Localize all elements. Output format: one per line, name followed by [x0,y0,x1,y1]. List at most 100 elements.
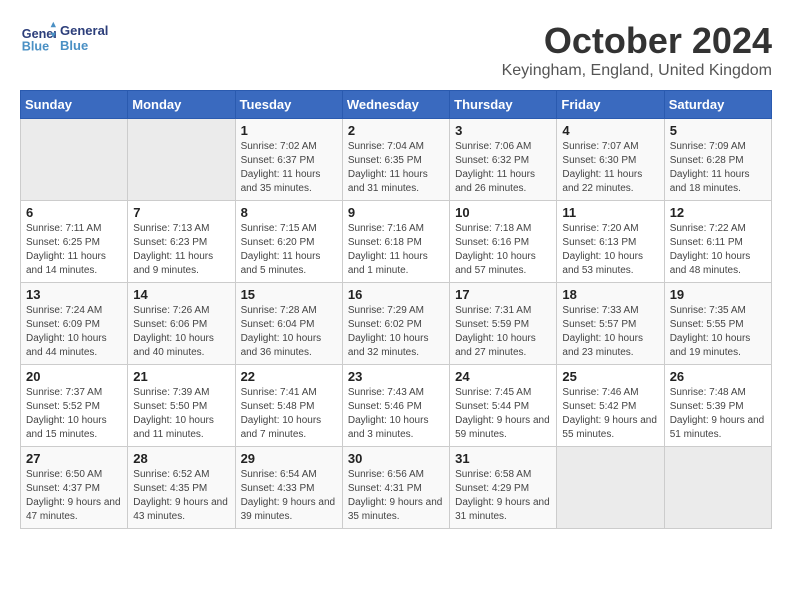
svg-text:Blue: Blue [22,40,49,54]
day-number: 13 [26,287,122,302]
calendar-cell: 26 Sunrise: 7:48 AMSunset: 5:39 PMDayligh… [664,365,771,447]
calendar-header-row: SundayMondayTuesdayWednesdayThursdayFrid… [21,91,772,119]
calendar-cell: 2 Sunrise: 7:04 AMSunset: 6:35 PMDaylight… [342,119,449,201]
day-detail: Sunrise: 7:45 AMSunset: 5:44 PMDaylight:… [455,386,551,442]
calendar-cell: 16 Sunrise: 7:29 AMSunset: 6:02 PMDayligh… [342,283,449,365]
day-detail: Sunrise: 7:35 AMSunset: 5:55 PMDaylight:… [670,304,766,360]
col-header-wednesday: Wednesday [342,91,449,119]
day-detail: Sunrise: 6:58 AMSunset: 4:29 PMDaylight:… [455,468,551,524]
day-detail: Sunrise: 7:37 AMSunset: 5:52 PMDaylight:… [26,386,122,442]
calendar-cell: 15 Sunrise: 7:28 AMSunset: 6:04 PMDayligh… [235,283,342,365]
header: General Blue General Blue October 2024 K… [20,20,772,80]
day-detail: Sunrise: 7:48 AMSunset: 5:39 PMDaylight:… [670,386,766,442]
calendar-cell: 7 Sunrise: 7:13 AMSunset: 6:23 PMDaylight… [128,201,235,283]
calendar-cell: 11 Sunrise: 7:20 AMSunset: 6:13 PMDayligh… [557,201,664,283]
col-header-tuesday: Tuesday [235,91,342,119]
day-detail: Sunrise: 7:18 AMSunset: 6:16 PMDaylight:… [455,222,551,278]
day-number: 22 [241,369,337,384]
day-number: 16 [348,287,444,302]
day-number: 29 [241,451,337,466]
day-detail: Sunrise: 6:52 AMSunset: 4:35 PMDaylight:… [133,468,229,524]
calendar-cell: 19 Sunrise: 7:35 AMSunset: 5:55 PMDayligh… [664,283,771,365]
calendar-cell: 29Sunrise: 6:54 AMSunset: 4:33 PMDayligh… [235,447,342,529]
day-detail: Sunrise: 7:06 AMSunset: 6:32 PMDaylight:… [455,140,551,196]
day-detail: Sunrise: 7:39 AMSunset: 5:50 PMDaylight:… [133,386,229,442]
calendar-cell: 1 Sunrise: 7:02 AMSunset: 6:37 PMDaylight… [235,119,342,201]
day-number: 30 [348,451,444,466]
logo: General Blue General Blue [20,20,108,56]
calendar-cell: 4 Sunrise: 7:07 AMSunset: 6:30 PMDaylight… [557,119,664,201]
calendar-cell: 13Sunrise: 7:24 AMSunset: 6:09 PMDayligh… [21,283,128,365]
calendar-cell: 6 Sunrise: 7:11 AMSunset: 6:25 PMDaylight… [21,201,128,283]
day-number: 3 [455,123,551,138]
calendar-cell: 30 Sunrise: 6:56 AMSunset: 4:31 PMDayligh… [342,447,449,529]
calendar-week-3: 13Sunrise: 7:24 AMSunset: 6:09 PMDayligh… [21,283,772,365]
day-detail: Sunrise: 7:07 AMSunset: 6:30 PMDaylight:… [562,140,658,196]
day-detail: Sunrise: 7:22 AMSunset: 6:11 PMDaylight:… [670,222,766,278]
day-number: 15 [241,287,337,302]
calendar-cell: 22 Sunrise: 7:41 AMSunset: 5:48 PMDayligh… [235,365,342,447]
day-detail: Sunrise: 6:50 AMSunset: 4:37 PMDaylight:… [26,468,122,524]
calendar-cell: 24 Sunrise: 7:45 AMSunset: 5:44 PMDayligh… [450,365,557,447]
day-detail: Sunrise: 7:33 AMSunset: 5:57 PMDaylight:… [562,304,658,360]
location-subtitle: Keyingham, England, United Kingdom [502,62,772,80]
calendar-cell: 31 Sunrise: 6:58 AMSunset: 4:29 PMDayligh… [450,447,557,529]
calendar-cell [21,119,128,201]
day-detail: Sunrise: 7:15 AMSunset: 6:20 PMDaylight:… [241,222,337,278]
day-detail: Sunrise: 7:29 AMSunset: 6:02 PMDaylight:… [348,304,444,360]
day-detail: Sunrise: 7:41 AMSunset: 5:48 PMDaylight:… [241,386,337,442]
day-number: 4 [562,123,658,138]
day-detail: Sunrise: 6:56 AMSunset: 4:31 PMDaylight:… [348,468,444,524]
calendar-cell: 14Sunrise: 7:26 AMSunset: 6:06 PMDayligh… [128,283,235,365]
calendar-week-4: 20 Sunrise: 7:37 AMSunset: 5:52 PMDayligh… [21,365,772,447]
day-detail: Sunrise: 7:04 AMSunset: 6:35 PMDaylight:… [348,140,444,196]
day-number: 1 [241,123,337,138]
title-area: October 2024 Keyingham, England, United … [502,20,772,80]
day-number: 2 [348,123,444,138]
day-number: 18 [562,287,658,302]
day-number: 17 [455,287,551,302]
calendar-week-2: 6 Sunrise: 7:11 AMSunset: 6:25 PMDaylight… [21,201,772,283]
day-number: 8 [241,205,337,220]
logo-text-general: General [60,23,108,38]
calendar-cell: 28Sunrise: 6:52 AMSunset: 4:35 PMDayligh… [128,447,235,529]
day-detail: Sunrise: 7:26 AMSunset: 6:06 PMDaylight:… [133,304,229,360]
day-number: 19 [670,287,766,302]
calendar-cell: 8 Sunrise: 7:15 AMSunset: 6:20 PMDaylight… [235,201,342,283]
logo-icon: General Blue [20,20,56,56]
day-detail: Sunrise: 7:28 AMSunset: 6:04 PMDaylight:… [241,304,337,360]
calendar-cell [128,119,235,201]
day-number: 11 [562,205,658,220]
day-detail: Sunrise: 7:02 AMSunset: 6:37 PMDaylight:… [241,140,337,196]
day-number: 7 [133,205,229,220]
day-number: 6 [26,205,122,220]
day-detail: Sunrise: 7:16 AMSunset: 6:18 PMDaylight:… [348,222,444,278]
day-detail: Sunrise: 7:11 AMSunset: 6:25 PMDaylight:… [26,222,122,278]
calendar-cell: 10Sunrise: 7:18 AMSunset: 6:16 PMDayligh… [450,201,557,283]
day-detail: Sunrise: 7:43 AMSunset: 5:46 PMDaylight:… [348,386,444,442]
day-number: 5 [670,123,766,138]
col-header-saturday: Saturday [664,91,771,119]
day-number: 25 [562,369,658,384]
day-detail: Sunrise: 7:13 AMSunset: 6:23 PMDaylight:… [133,222,229,278]
col-header-monday: Monday [128,91,235,119]
day-detail: Sunrise: 7:46 AMSunset: 5:42 PMDaylight:… [562,386,658,442]
calendar-cell [664,447,771,529]
day-number: 26 [670,369,766,384]
calendar-table: SundayMondayTuesdayWednesdayThursdayFrid… [20,90,772,529]
calendar-cell: 18 Sunrise: 7:33 AMSunset: 5:57 PMDayligh… [557,283,664,365]
day-number: 20 [26,369,122,384]
day-number: 31 [455,451,551,466]
calendar-week-5: 27 Sunrise: 6:50 AMSunset: 4:37 PMDayligh… [21,447,772,529]
calendar-cell: 23Sunrise: 7:43 AMSunset: 5:46 PMDayligh… [342,365,449,447]
day-number: 27 [26,451,122,466]
col-header-friday: Friday [557,91,664,119]
day-number: 9 [348,205,444,220]
calendar-cell: 3 Sunrise: 7:06 AMSunset: 6:32 PMDaylight… [450,119,557,201]
calendar-cell: 25 Sunrise: 7:46 AMSunset: 5:42 PMDayligh… [557,365,664,447]
day-detail: Sunrise: 7:20 AMSunset: 6:13 PMDaylight:… [562,222,658,278]
day-number: 24 [455,369,551,384]
calendar-week-1: 1 Sunrise: 7:02 AMSunset: 6:37 PMDaylight… [21,119,772,201]
calendar-cell: 21Sunrise: 7:39 AMSunset: 5:50 PMDayligh… [128,365,235,447]
calendar-cell: 5Sunrise: 7:09 AMSunset: 6:28 PMDaylight… [664,119,771,201]
